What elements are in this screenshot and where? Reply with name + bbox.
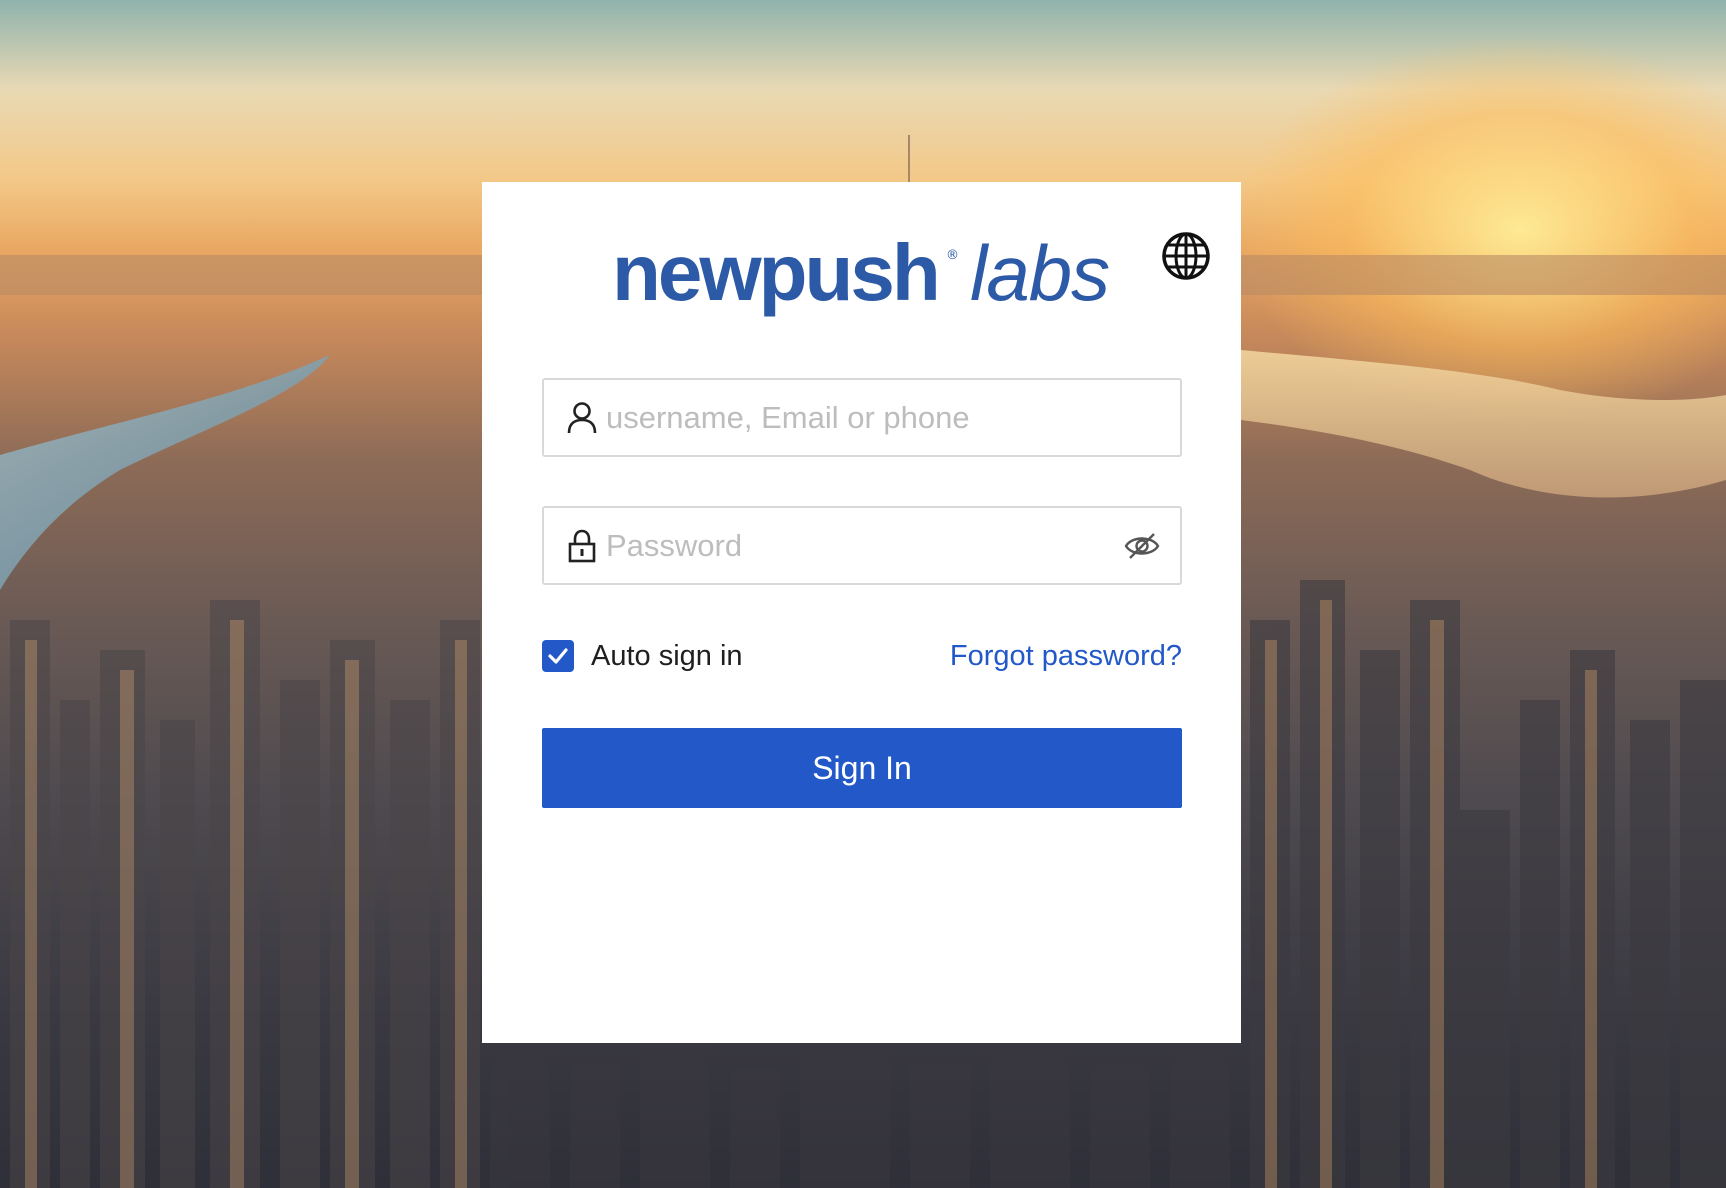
- registered-mark: ®: [946, 248, 959, 263]
- password-input[interactable]: [606, 518, 1106, 573]
- globe-icon[interactable]: [1161, 231, 1211, 281]
- auto-sign-in-label[interactable]: Auto sign in: [591, 638, 743, 674]
- brand-suffix: labs: [970, 229, 1110, 317]
- password-field: [542, 506, 1182, 585]
- brand-name: newpush: [612, 228, 941, 317]
- eye-slash-icon[interactable]: [1124, 531, 1160, 561]
- sign-in-button[interactable]: Sign In: [542, 728, 1182, 808]
- username-input[interactable]: [606, 390, 1106, 445]
- forgot-password-link[interactable]: Forgot password?: [950, 638, 1182, 674]
- lock-icon: [566, 529, 598, 563]
- brand-logo: newpush ® labs: [612, 228, 1112, 318]
- username-field: [542, 378, 1182, 457]
- auto-sign-in-checkbox[interactable]: [542, 640, 574, 672]
- checkmark-icon: [548, 648, 568, 664]
- user-icon: [566, 401, 598, 435]
